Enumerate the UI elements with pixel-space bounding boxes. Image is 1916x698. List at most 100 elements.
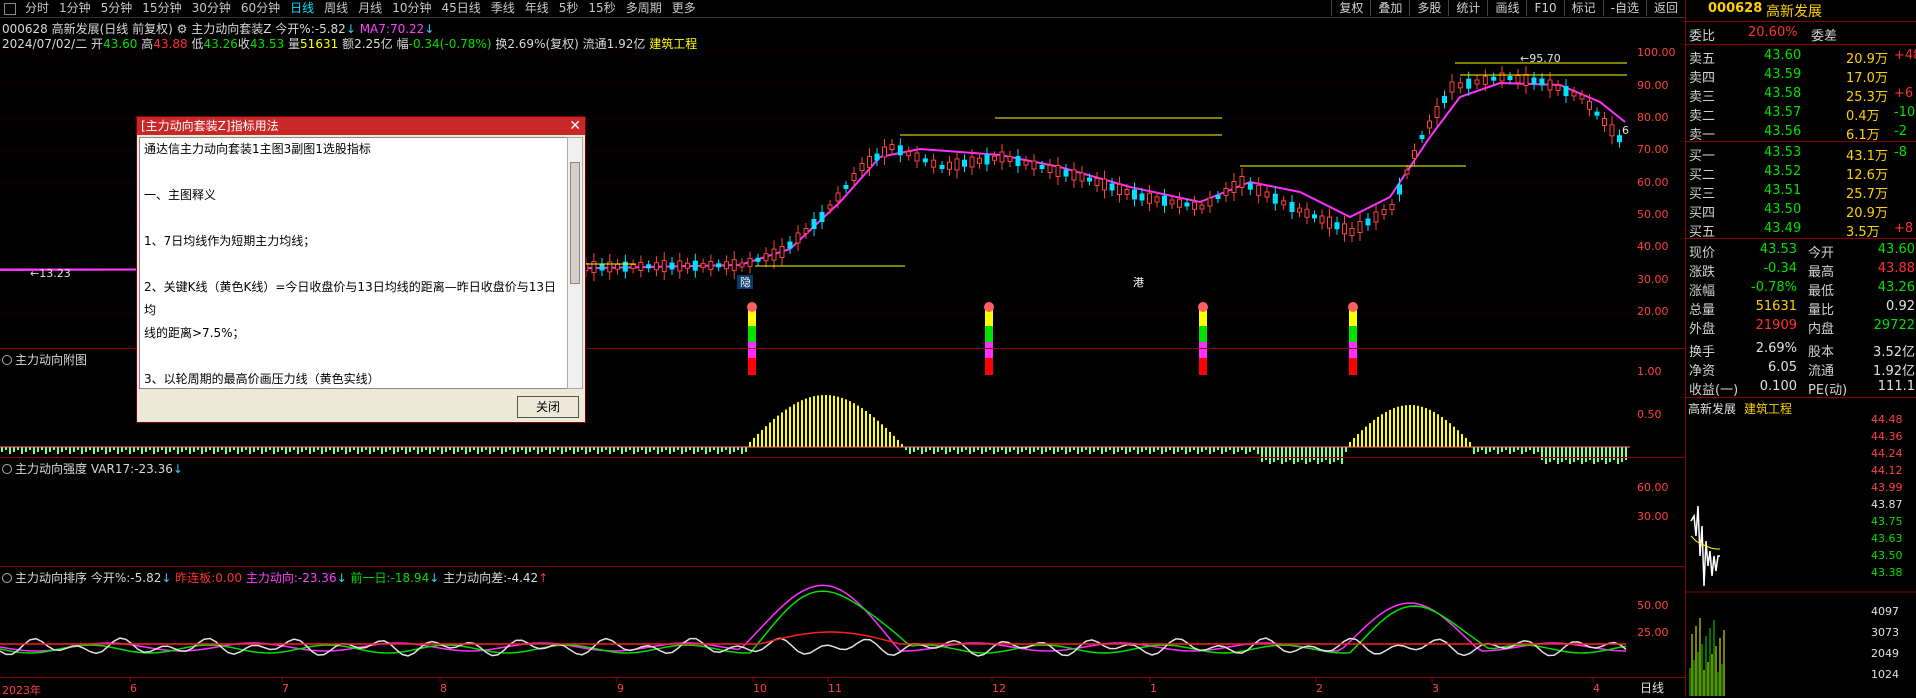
period-tab[interactable]: 日线 xyxy=(285,1,319,16)
stat-label: 换手 xyxy=(1689,345,1716,360)
pane2-title[interactable]: 主力动向附图 xyxy=(2,351,87,368)
pane4-title-text: 主力动向排序 xyxy=(15,571,88,585)
candle-body xyxy=(835,192,841,202)
period-tab[interactable]: 周线 xyxy=(319,1,353,16)
order-level-row[interactable]: 买四 43.50 20.9万 xyxy=(1686,201,1916,221)
toolbar-button[interactable]: -自选 xyxy=(1602,0,1646,16)
candle-body xyxy=(1515,75,1521,83)
arrow-down-icon: ↓ xyxy=(161,571,172,585)
pane-divider[interactable] xyxy=(0,457,1685,458)
stat-label: PE(动) xyxy=(1808,383,1848,398)
order-level-row[interactable]: 买五 43.49 3.5万 +8 xyxy=(1686,220,1916,240)
axis-tick-label: 50.00 xyxy=(1637,599,1669,612)
dialog-scrollbar[interactable] xyxy=(567,137,583,389)
stat-label: 最高 xyxy=(1808,265,1835,280)
candle-body xyxy=(1147,192,1152,204)
date-tick: 1 xyxy=(1150,682,1157,695)
dialog-text-area[interactable]: 通达信主力动向套装1主图3副图1选股指标 一、主图释义 1、7日均线作为短期主力… xyxy=(139,137,568,389)
candle-body xyxy=(1563,86,1569,96)
p4-main-value: -23.36 xyxy=(297,571,337,585)
toolbar-button[interactable]: 画线 xyxy=(1487,0,1526,16)
pane3-title[interactable]: 主力动向强度 VAR17:-23.36↓ xyxy=(2,460,183,477)
flow-diff-line xyxy=(0,637,1627,657)
period-tab[interactable]: 分时 xyxy=(20,1,54,16)
candle-body xyxy=(914,152,920,162)
order-level-row[interactable]: 卖二 43.57 0.4万 -10 xyxy=(1686,104,1916,124)
close-button[interactable]: 关闭 xyxy=(517,396,579,418)
dialog-line xyxy=(140,161,567,184)
signal-bar xyxy=(1199,358,1207,375)
pane-settings-icon[interactable] xyxy=(2,355,12,365)
order-price: 43.56 xyxy=(1764,124,1802,139)
close-icon[interactable]: ✕ xyxy=(569,117,581,135)
order-level-row[interactable]: 买三 43.51 25.7万 xyxy=(1686,182,1916,202)
p4-diff-label: 主力动向差: xyxy=(443,571,508,585)
candle-body xyxy=(1617,135,1622,143)
period-tab[interactable]: 季线 xyxy=(486,1,520,16)
pane-settings-icon[interactable] xyxy=(2,464,12,474)
order-level-row[interactable]: 买一 43.53 43.1万 -8 xyxy=(1686,144,1916,164)
period-tab[interactable]: 1分钟 xyxy=(54,1,96,16)
order-level-row[interactable]: 卖四 43.59 17.0万 xyxy=(1686,66,1916,86)
toolbar-button[interactable]: 多股 xyxy=(1409,0,1448,16)
toolbar-button[interactable]: 复权 xyxy=(1331,0,1370,16)
stat-value: 51631 xyxy=(1755,299,1797,314)
toolbar-button[interactable]: 叠加 xyxy=(1370,0,1409,16)
stat-row: 外盘 21909 内盘 29722 xyxy=(1686,317,1916,337)
candle-body xyxy=(1587,100,1592,110)
period-tab[interactable]: 月线 xyxy=(353,1,387,16)
order-level-row[interactable]: 卖一 43.56 6.1万 -2 xyxy=(1686,123,1916,143)
period-tab[interactable]: 45日线 xyxy=(436,1,485,16)
period-tab[interactable]: 5分钟 xyxy=(96,1,138,16)
var17-value: -23.36 xyxy=(134,462,173,476)
period-tab[interactable]: 30分钟 xyxy=(187,1,236,16)
candle-body xyxy=(1124,189,1130,195)
signal-bar xyxy=(1199,342,1207,358)
indicator-help-dialog[interactable]: [主力动向套装Z]指标用法 ✕ 通达信主力动向套装1主图3副图1选股指标 一、主… xyxy=(136,116,586,423)
order-level-row[interactable]: 卖五 43.60 20.9万 +48 xyxy=(1686,47,1916,67)
order-volume: 20.9万 xyxy=(1846,206,1888,221)
candle-body xyxy=(947,161,952,170)
period-tab[interactable]: 15秒 xyxy=(583,1,620,16)
candle-body xyxy=(811,219,817,229)
candle-body xyxy=(969,156,975,168)
mini-vol-axis-label: 2049 xyxy=(1871,647,1899,660)
period-tab[interactable]: 60分钟 xyxy=(236,1,285,16)
candle-body xyxy=(882,146,887,158)
order-label: 卖三 xyxy=(1689,90,1716,105)
date-tick: 11 xyxy=(828,682,842,695)
candle-body xyxy=(731,259,737,272)
pane-divider[interactable] xyxy=(0,566,1685,567)
period-tab[interactable]: 10分钟 xyxy=(387,1,436,16)
candle-body xyxy=(1342,223,1347,235)
layout-icon[interactable] xyxy=(4,3,16,15)
axis-tick-label: 40.00 xyxy=(1637,240,1669,253)
scrollbar-thumb[interactable] xyxy=(570,162,580,284)
toolbar-button[interactable]: 返回 xyxy=(1645,0,1685,16)
period-tab[interactable]: 年线 xyxy=(520,1,554,16)
candle-body xyxy=(1594,111,1600,116)
tab-daily[interactable]: 日线 xyxy=(1640,679,1664,696)
pane-settings-icon[interactable] xyxy=(2,573,12,583)
axis-tick-label: 1.00 xyxy=(1637,365,1662,378)
signal-marker xyxy=(747,302,757,312)
p4-today-value: -5.82 xyxy=(130,571,162,585)
order-level-row[interactable]: 买二 43.52 12.6万 xyxy=(1686,163,1916,183)
order-price: 43.53 xyxy=(1764,145,1802,160)
toolbar-button[interactable]: F10 xyxy=(1526,0,1563,16)
period-tab[interactable]: 更多 xyxy=(667,1,701,16)
candle-body xyxy=(677,260,683,272)
order-label: 买二 xyxy=(1689,168,1716,183)
order-price: 43.60 xyxy=(1764,48,1802,63)
period-tab[interactable]: 5秒 xyxy=(554,1,584,16)
period-tab[interactable]: 15分钟 xyxy=(137,1,186,16)
dialog-titlebar[interactable]: [主力动向套装Z]指标用法 ✕ xyxy=(137,117,585,135)
period-tab[interactable]: 多周期 xyxy=(621,1,667,16)
stat-label: 净资 xyxy=(1689,364,1716,379)
p4-prev-value: -18.94 xyxy=(390,571,430,585)
order-level-row[interactable]: 卖三 43.58 25.3万 +6 xyxy=(1686,85,1916,105)
toolbar-button[interactable]: 标记 xyxy=(1563,0,1603,16)
pane4-title[interactable]: 主力动向排序 今开%:-5.82↓ 昨连板:0.00 主力动向:-23.36↓ … xyxy=(2,569,548,586)
toolbar-button[interactable]: 统计 xyxy=(1448,0,1487,16)
arrow-down-icon: ↓ xyxy=(172,462,183,476)
